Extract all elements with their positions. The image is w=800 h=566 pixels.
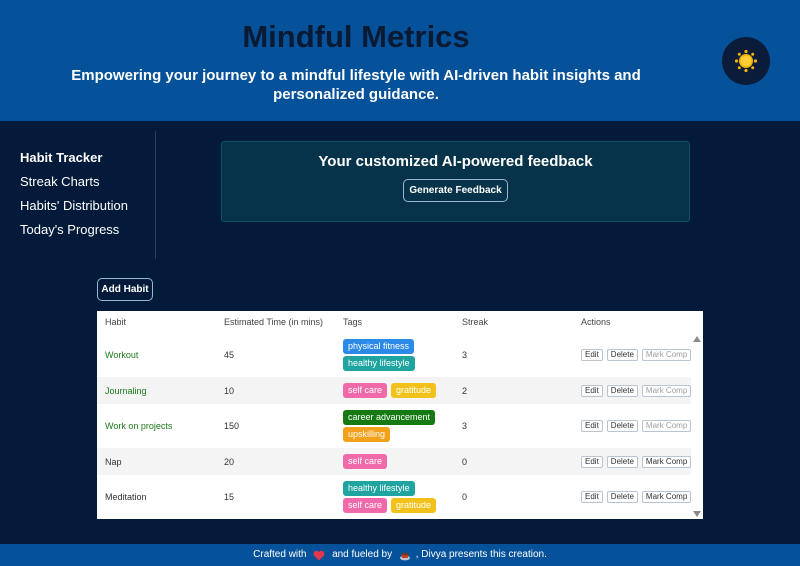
delete-button[interactable]: Delete [606,491,638,503]
mark-complete-button[interactable]: Mark Comp [641,420,691,432]
app-title: Mindful Metrics [242,19,470,54]
delete-button[interactable]: Delete [606,384,638,397]
habit-name: Work on projects [105,421,173,431]
edit-button[interactable]: Edit [581,420,603,432]
tag-badge: career advancement [343,410,436,425]
habit-streak: 2 [462,385,468,396]
mark-complete-button[interactable]: Mark Comp [641,349,691,361]
habit-tags: career advancement upskilling [343,404,458,448]
column-header-tags: Tags [343,316,363,327]
habit-streak: 0 [462,492,468,502]
mark-complete-button[interactable]: Mark Comp [641,491,691,503]
scroll-up-arrow-icon[interactable] [693,336,701,342]
column-header-actions: Actions [581,316,611,327]
sidebar-item-habit-tracker[interactable]: Habit Tracker [20,150,128,174]
sidebar-item-streak-charts[interactable]: Streak Charts [20,174,128,198]
habit-streak: 3 [462,350,468,360]
habit-name: Nap [105,456,122,467]
column-header-streak: Streak [462,316,489,327]
row-actions: Edit Delete Mark Comp [581,448,691,475]
add-habit-button[interactable]: Add Habit [97,278,153,301]
tag-badge: self care [343,454,388,469]
sidebar-item-habits-distribution[interactable]: Habits' Distribution [20,198,128,222]
table-header-row: Habit Estimated Time (in mins) Tags Stre… [97,311,691,332]
table-row: Meditation 15 healthy lifestyle self car… [97,475,691,519]
tag-badge: gratitude [391,498,437,513]
app-footer: Crafted with and fueled by , Divya prese… [0,544,800,566]
delete-button[interactable]: Delete [606,420,638,432]
sidebar-item-todays-progress[interactable]: Today's Progress [20,222,128,246]
column-header-time: Estimated Time (in mins) [224,316,324,327]
row-actions: Edit Delete Mark Comp [581,377,691,404]
tag-badge: gratitude [391,383,437,398]
theme-toggle-button[interactable] [722,37,770,85]
edit-button[interactable]: Edit [581,455,603,468]
sidebar-divider [155,131,156,259]
row-actions: Edit Delete Mark Comp [581,475,691,519]
feedback-card: Your customized AI-powered feedback Gene… [221,141,690,222]
habit-time: 45 [224,350,235,360]
heart-icon [313,550,325,560]
mark-complete-button[interactable]: Mark Comp [641,384,691,397]
habit-name: Workout [105,350,139,360]
footer-text-part3: , Divya presents this creation. [415,549,547,560]
habit-time: 150 [224,421,240,431]
habit-name: Journaling [105,385,147,396]
coffee-icon [399,552,410,560]
table-row: Workout 45 physical fitness healthy life… [97,333,691,377]
edit-button[interactable]: Edit [581,349,603,361]
tag-badge: physical fitness [343,339,415,354]
edit-button[interactable]: Edit [581,384,603,397]
habit-tags: self care [343,448,458,475]
app-tagline: Empowering your journey to a mindful lif… [71,67,641,103]
habit-tags: self care gratitude [343,377,458,404]
sun-icon [734,49,758,73]
delete-button[interactable]: Delete [606,455,638,468]
tag-badge: self care [343,498,388,513]
habit-name: Meditation [105,492,147,502]
scroll-down-arrow-icon[interactable] [693,511,701,517]
generate-feedback-button[interactable]: Generate Feedback [403,179,508,202]
tag-badge: healthy lifestyle [343,356,415,371]
table-scrollbar[interactable] [691,332,703,519]
tag-badge: self care [343,383,388,398]
footer-text-part2: and fueled by [332,549,393,560]
habits-table: Habit Estimated Time (in mins) Tags Stre… [97,311,703,519]
feedback-title: Your customized AI-powered feedback [318,153,593,170]
app-header: Mindful Metrics Empowering your journey … [0,0,800,121]
habit-time: 20 [224,456,235,467]
habit-streak: 3 [462,421,468,431]
habit-time: 15 [224,492,235,502]
tag-badge: healthy lifestyle [343,481,415,496]
mark-complete-button[interactable]: Mark Comp [641,455,691,468]
edit-button[interactable]: Edit [581,491,603,503]
table-row: Work on projects 150 career advancement … [97,404,691,448]
habit-tags: physical fitness healthy lifestyle [343,333,458,377]
tag-badge: upskilling [343,427,391,442]
row-actions: Edit Delete Mark Comp [581,404,691,448]
row-actions: Edit Delete Mark Comp [581,333,691,377]
habit-tags: healthy lifestyle self care gratitude [343,475,458,519]
table-row: Nap 20 self care 0 Edit Delete Mark Comp [97,448,691,475]
habit-time: 10 [224,385,235,396]
habit-streak: 0 [462,456,468,467]
column-header-habit: Habit [105,316,127,327]
delete-button[interactable]: Delete [606,349,638,361]
footer-text-part1: Crafted with [253,549,307,560]
sidebar-nav: Habit Tracker Streak Charts Habits' Dist… [20,150,128,246]
table-row: Journaling 10 self care gratitude 2 Edit… [97,377,691,404]
